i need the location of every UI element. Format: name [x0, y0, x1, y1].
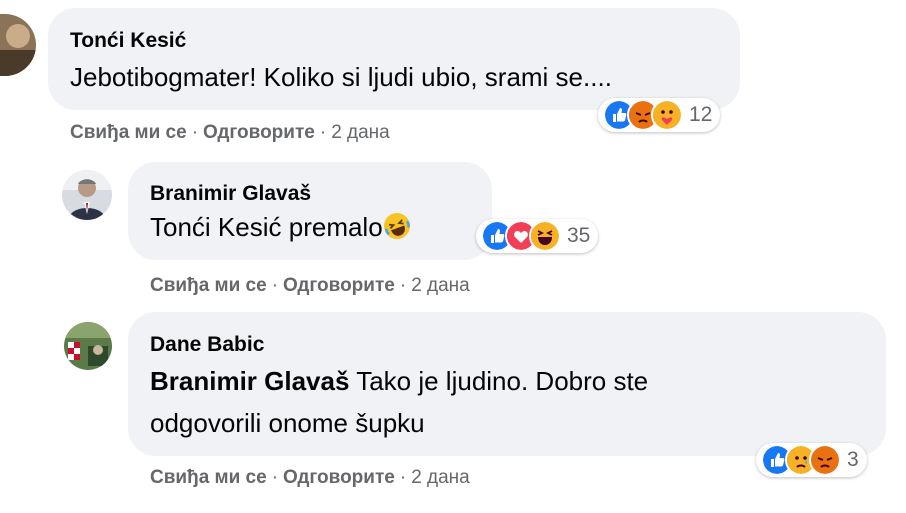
reply-action[interactable]: Одговорите — [283, 275, 395, 296]
mention-link[interactable]: Branimir Glavaš — [150, 366, 349, 396]
avatar-dane-babic[interactable] — [64, 322, 112, 370]
comment-author[interactable]: Tonći Kesić — [70, 29, 186, 53]
comment-actions: Свиђа ми се · Одговорите · 2 дана — [150, 275, 470, 297]
laughing-emoji-icon — [383, 213, 410, 239]
reaction-count: 35 — [567, 224, 591, 247]
haha-icon — [529, 220, 561, 252]
comment-text-line1: Tako je ljudino. Dobro ste — [356, 366, 649, 396]
avatar-image — [0, 14, 36, 76]
like-action[interactable]: Свиђа ми се — [150, 275, 267, 296]
separator: · — [399, 467, 407, 488]
avatar-tonci-kesic[interactable] — [0, 14, 36, 76]
separator: · — [271, 275, 279, 296]
mention-link[interactable]: Tonći Kesić — [150, 212, 282, 242]
comment-text: Jebotibogmater! Koliko si ljudi ubio, sr… — [70, 62, 612, 92]
avatar-branimir-glavas[interactable] — [62, 170, 112, 220]
comment-actions: Свиђа ми се · Одговорите · 2 дана — [150, 467, 470, 489]
angry-icon — [809, 444, 841, 476]
comment-author[interactable]: Branimir Glavaš — [150, 182, 311, 206]
comment-timestamp[interactable]: 2 дана — [411, 467, 470, 488]
reactions-summary[interactable]: 35 — [476, 219, 599, 253]
separator: · — [319, 122, 327, 143]
avatar-image — [62, 170, 112, 220]
reply-action[interactable]: Одговорите — [203, 122, 315, 143]
comment-author[interactable]: Dane Babic — [150, 333, 264, 357]
avatar-image — [64, 322, 112, 370]
comment-actions: Свиђа ми се · Одговорите · 2 дана — [70, 122, 390, 144]
like-action[interactable]: Свиђа ми се — [70, 122, 187, 143]
comment-text-line2: odgovorili onome šupku — [150, 408, 425, 438]
care-icon — [651, 99, 683, 131]
separator: · — [191, 122, 199, 143]
reactions-summary[interactable]: 3 — [756, 443, 867, 477]
comment-timestamp[interactable]: 2 дана — [331, 122, 390, 143]
comment-timestamp[interactable]: 2 дана — [411, 275, 470, 296]
reaction-count: 3 — [847, 448, 859, 471]
reply-action[interactable]: Одговорите — [283, 467, 395, 488]
comment-text-body: premalo — [288, 212, 383, 242]
reaction-count: 12 — [689, 103, 713, 126]
reactions-summary[interactable]: 12 — [598, 98, 721, 132]
separator: · — [271, 467, 279, 488]
separator: · — [399, 275, 407, 296]
comment-text: Tonći Kesić premalo — [150, 206, 411, 248]
like-action[interactable]: Свиђа ми се — [150, 467, 267, 488]
comment-text: Branimir Glavaš Tako je ljudino. Dobro s… — [150, 360, 648, 444]
